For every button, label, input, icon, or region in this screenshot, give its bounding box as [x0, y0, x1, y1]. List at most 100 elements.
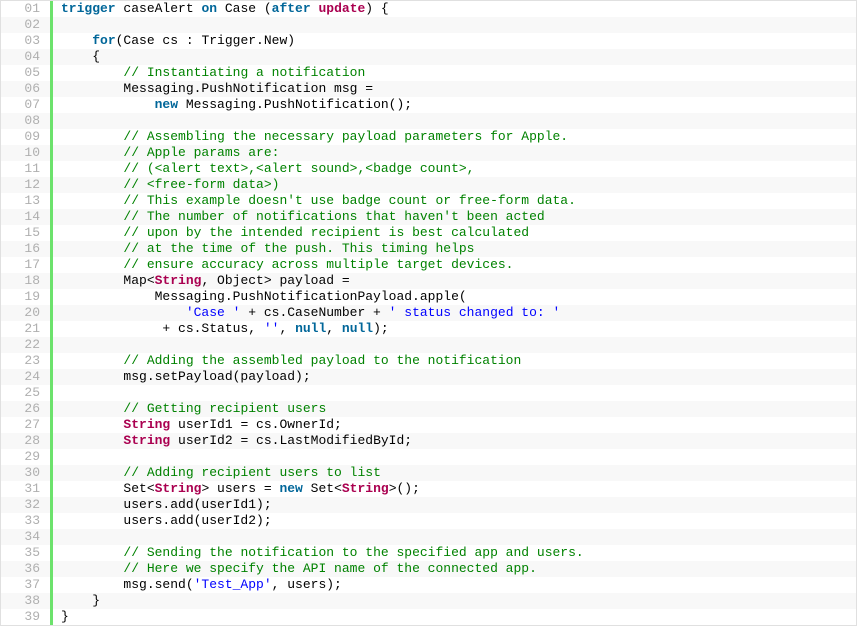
code-line: 19 Messaging.PushNotificationPayload.app…	[1, 289, 856, 305]
line-number: 38	[1, 593, 53, 609]
code-token	[61, 433, 123, 448]
code-token	[61, 337, 69, 352]
code-line: 03 for(Case cs : Trigger.New)	[1, 33, 856, 49]
code-line: 33 users.add(userId2);	[1, 513, 856, 529]
code-line: 04 {	[1, 49, 856, 65]
code-line: 36 // Here we specify the API name of th…	[1, 561, 856, 577]
code-line: 27 String userId1 = cs.OwnerId;	[1, 417, 856, 433]
code-token: Messaging.PushNotification msg =	[61, 81, 373, 96]
code-line: 25	[1, 385, 856, 401]
code-content: new Messaging.PushNotification();	[53, 97, 412, 113]
code-content	[53, 529, 69, 545]
code-token: users.add(userId2);	[61, 513, 272, 528]
code-token: );	[373, 321, 389, 336]
code-content: // (<alert text>,<alert sound>,<badge co…	[53, 161, 474, 177]
code-content: // at the time of the push. This timing …	[53, 241, 474, 257]
code-token	[61, 97, 155, 112]
line-number: 22	[1, 337, 53, 353]
code-token	[61, 65, 123, 80]
line-number: 24	[1, 369, 53, 385]
code-token	[61, 545, 123, 560]
line-number: 31	[1, 481, 53, 497]
line-number: 39	[1, 609, 53, 625]
code-content: + cs.Status, '', null, null);	[53, 321, 389, 337]
code-token	[61, 193, 123, 208]
line-number: 08	[1, 113, 53, 129]
code-line: 34	[1, 529, 856, 545]
code-content	[53, 337, 69, 353]
code-line: 17 // ensure accuracy across multiple ta…	[1, 257, 856, 273]
code-token: userId2 = cs.LastModifiedById;	[170, 433, 412, 448]
code-content: users.add(userId2);	[53, 513, 272, 529]
code-token: String	[342, 481, 389, 496]
line-number: 27	[1, 417, 53, 433]
code-token: (Case cs : Trigger.New)	[116, 33, 295, 48]
code-token: String	[155, 481, 202, 496]
code-content: // Assembling the necessary payload para…	[53, 129, 568, 145]
code-block: 01trigger caseAlert on Case (after updat…	[0, 0, 857, 626]
code-token: 'Case '	[186, 305, 241, 320]
code-token: , users);	[272, 577, 342, 592]
code-line: 37 msg.send('Test_App', users);	[1, 577, 856, 593]
line-number: 17	[1, 257, 53, 273]
code-content: {	[53, 49, 100, 65]
code-token: // upon by the intended recipient is bes…	[123, 225, 529, 240]
code-token: // Sending the notification to the speci…	[123, 545, 583, 560]
code-content: }	[53, 609, 69, 625]
code-line: 38 }	[1, 593, 856, 609]
line-number: 09	[1, 129, 53, 145]
code-content: users.add(userId1);	[53, 497, 272, 513]
code-line: 21 + cs.Status, '', null, null);	[1, 321, 856, 337]
code-token: ,	[326, 321, 342, 336]
line-number: 35	[1, 545, 53, 561]
code-token: // Here we specify the API name of the c…	[123, 561, 536, 576]
code-line: 08	[1, 113, 856, 129]
code-content: // The number of notifications that have…	[53, 209, 545, 225]
line-number: 02	[1, 17, 53, 33]
code-token: // The number of notifications that have…	[123, 209, 544, 224]
code-content	[53, 449, 69, 465]
code-token	[61, 113, 69, 128]
code-content: }	[53, 593, 100, 609]
code-token: msg.setPayload(payload);	[61, 369, 311, 384]
line-number: 19	[1, 289, 53, 305]
code-line: 05 // Instantiating a notification	[1, 65, 856, 81]
code-line: 11 // (<alert text>,<alert sound>,<badge…	[1, 161, 856, 177]
code-token: String	[123, 433, 170, 448]
code-token: {	[61, 49, 100, 64]
code-token: for	[92, 33, 115, 48]
code-token	[61, 33, 92, 48]
code-token: // <free-form data>)	[123, 177, 279, 192]
code-token: on	[201, 1, 217, 16]
code-line: 32 users.add(userId1);	[1, 497, 856, 513]
code-line: 39}	[1, 609, 856, 625]
code-token: trigger	[61, 1, 116, 16]
code-token: >();	[389, 481, 420, 496]
line-number: 23	[1, 353, 53, 369]
code-content: // Sending the notification to the speci…	[53, 545, 584, 561]
code-token	[61, 225, 123, 240]
code-token: after	[272, 1, 311, 16]
line-number: 33	[1, 513, 53, 529]
line-number: 10	[1, 145, 53, 161]
code-content: String userId2 = cs.LastModifiedById;	[53, 433, 412, 449]
line-number: 37	[1, 577, 53, 593]
code-token: null	[295, 321, 326, 336]
code-token: // Adding the assembled payload to the n…	[123, 353, 521, 368]
line-number: 01	[1, 1, 53, 17]
code-content: // Getting recipient users	[53, 401, 326, 417]
code-line: 35 // Sending the notification to the sp…	[1, 545, 856, 561]
code-token: }	[61, 609, 69, 624]
code-content: // ensure accuracy across multiple targe…	[53, 257, 514, 273]
code-token: 'Test_App'	[194, 577, 272, 592]
code-token: ''	[264, 321, 280, 336]
code-token	[61, 241, 123, 256]
code-token	[61, 17, 69, 32]
code-content: // This example doesn't use badge count …	[53, 193, 576, 209]
line-number: 11	[1, 161, 53, 177]
code-line: 31 Set<String> users = new Set<String>()…	[1, 481, 856, 497]
code-content: for(Case cs : Trigger.New)	[53, 33, 295, 49]
code-token: // Getting recipient users	[123, 401, 326, 416]
code-line: 28 String userId2 = cs.LastModifiedById;	[1, 433, 856, 449]
code-token	[61, 401, 123, 416]
